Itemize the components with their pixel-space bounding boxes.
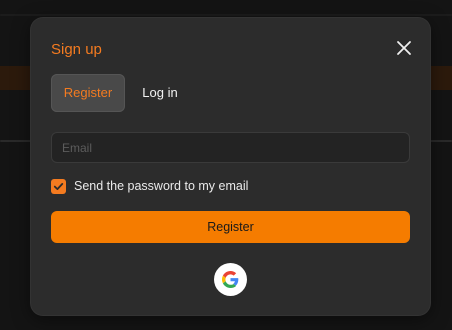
send-password-option: Send the password to my email (51, 178, 248, 194)
email-input[interactable] (51, 132, 410, 163)
tab-login[interactable]: Log in (135, 74, 185, 112)
send-password-label: Send the password to my email (74, 179, 249, 193)
google-login-button[interactable] (214, 263, 247, 296)
tab-register[interactable]: Register (51, 74, 125, 112)
checkmark-icon (53, 182, 64, 190)
google-icon (222, 271, 239, 288)
send-password-checkbox[interactable] (51, 178, 66, 194)
signup-modal: Sign up Register Log in Send the passwor… (31, 18, 430, 315)
close-icon (397, 41, 411, 55)
modal-title: Sign up (51, 41, 102, 58)
close-button[interactable] (396, 40, 412, 56)
register-button[interactable]: Register (51, 211, 410, 243)
